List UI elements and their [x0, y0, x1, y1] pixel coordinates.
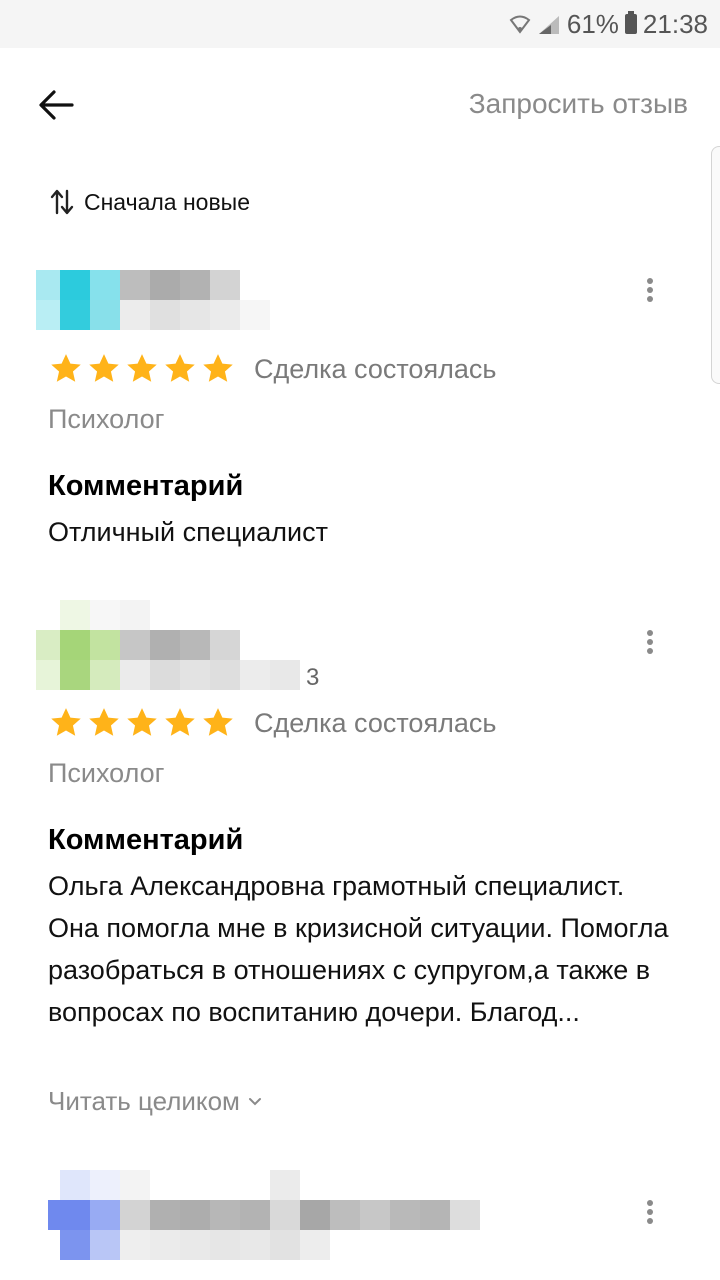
star-icon: [89, 354, 119, 382]
request-review-button[interactable]: Запросить отзыв: [469, 88, 688, 120]
author-name-suffix: 3: [306, 664, 320, 691]
star-icon: [89, 708, 119, 736]
battery-icon: [624, 11, 637, 34]
star-rating: [48, 706, 238, 740]
review-category: Психолог: [48, 758, 165, 788]
chevron-down-icon: [248, 1097, 261, 1105]
comment-text: Отличный специалист: [48, 517, 328, 547]
arrow-left-icon: [39, 90, 74, 120]
read-more-button[interactable]: Читать целиком: [48, 1086, 262, 1117]
wifi-icon: [509, 14, 531, 34]
star-icon: [165, 708, 195, 736]
author-name-blurred: 3: [36, 594, 326, 694]
star-icon: [51, 708, 81, 736]
star-icon: [203, 354, 233, 382]
sort-arrows-icon: [50, 189, 74, 215]
more-options-button[interactable]: [640, 270, 660, 310]
sort-control[interactable]: Сначала новые: [50, 188, 250, 216]
star-icon: [165, 354, 195, 382]
status-bar: 61% 21:38: [0, 0, 720, 48]
app-bar: Запросить отзыв: [0, 48, 720, 160]
deal-status: Сделка состоялась: [254, 353, 497, 384]
battery-percent: 61%: [566, 8, 619, 39]
star-icon: [127, 354, 157, 382]
more-options-button[interactable]: [640, 622, 660, 662]
star-rating: [48, 352, 238, 386]
read-more-label: Читать целиком: [48, 1086, 240, 1116]
star-icon: [203, 708, 233, 736]
sort-label: Сначала новые: [84, 188, 251, 215]
scroll-indicator[interactable]: [711, 146, 720, 384]
deal-status: Сделка состоялась: [254, 707, 497, 738]
more-options-button[interactable]: [640, 1192, 660, 1232]
more-vertical-icon: [647, 1200, 653, 1206]
more-vertical-icon: [647, 278, 653, 284]
comment-heading: Комментарий: [48, 824, 244, 856]
author-name-blurred: [36, 240, 276, 340]
rating-row: Сделка состоялась: [48, 352, 496, 386]
comment-heading: Комментарий: [48, 470, 244, 502]
star-icon: [127, 708, 157, 736]
star-icon: [51, 354, 81, 382]
back-button[interactable]: [36, 88, 76, 122]
rating-row: Сделка состоялась: [48, 706, 496, 740]
clock: 21:38: [642, 8, 708, 39]
review-category: Психолог: [48, 404, 165, 434]
author-name-blurred: [48, 1164, 498, 1264]
more-vertical-icon: [647, 630, 653, 636]
comment-text: Ольга Александровна грамотный специалист…: [48, 871, 669, 1027]
signal-icon: [537, 14, 561, 34]
